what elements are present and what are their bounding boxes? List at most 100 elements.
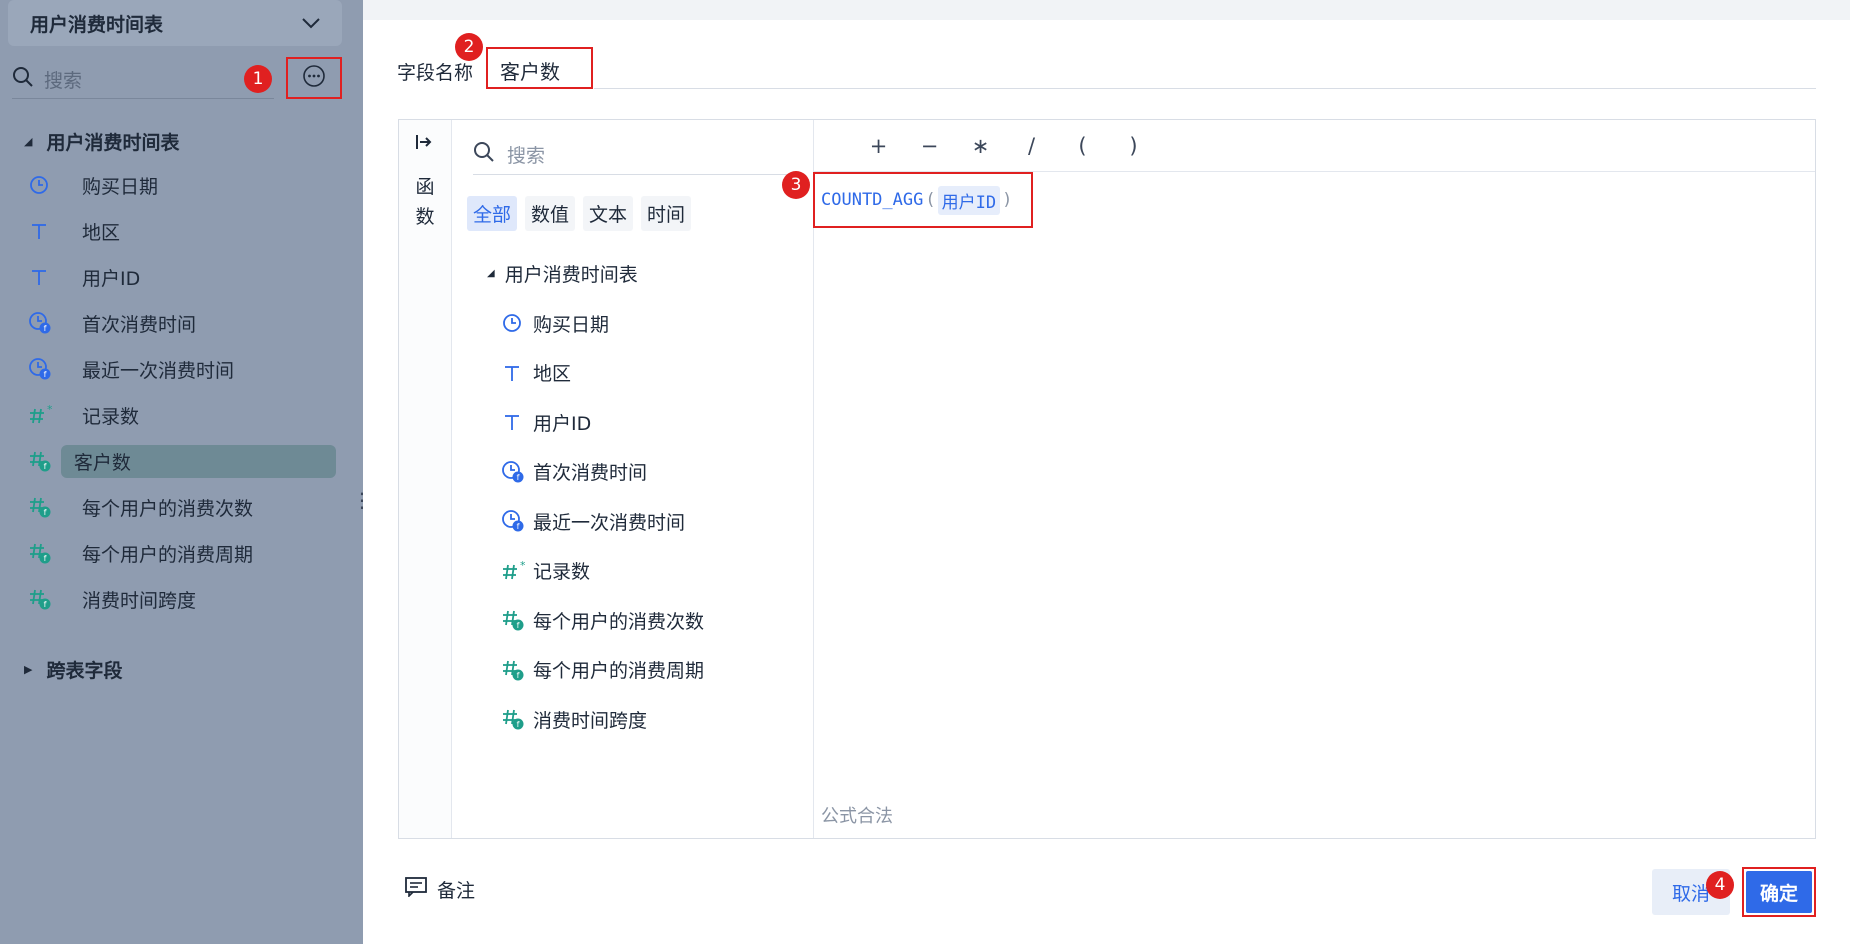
picker-field-label: 每个用户的消费周期 xyxy=(533,660,705,682)
sidebar-item[interactable]: f 每个用户的消费次数 xyxy=(28,490,336,524)
confirm-button-frame: 确定 xyxy=(1742,867,1816,917)
note-icon xyxy=(405,877,427,902)
field-name-label: 字段名称 xyxy=(397,62,474,84)
picker-section-table[interactable]: ◢ 用户消费时间表 xyxy=(487,260,638,287)
confirm-button[interactable]: 确定 xyxy=(1746,871,1812,913)
hash-function-icon: f xyxy=(501,707,527,731)
picker-field-label: 首次消费时间 xyxy=(533,462,648,484)
sidebar-item[interactable]: f 消费时间跨度 xyxy=(28,582,336,616)
clock-icon xyxy=(28,174,58,196)
sidebar-item-label: 用户ID xyxy=(82,267,141,290)
hash-function-icon: f xyxy=(501,658,527,682)
field-underline xyxy=(594,88,1816,89)
sidebar-item-label: 记录数 xyxy=(82,405,140,428)
hash-function-icon: f xyxy=(28,449,57,473)
sidebar-section-table[interactable]: ◢ 用户消费时间表 xyxy=(24,128,179,155)
sidebar-item[interactable]: f 每个用户的消费周期 xyxy=(28,536,336,570)
picker-field-label: 消费时间跨度 xyxy=(533,709,648,732)
sidebar-cross-section-label: 跨表字段 xyxy=(46,660,123,682)
field-picker-search-input[interactable]: 搜索 xyxy=(507,141,545,168)
operator-button[interactable]: / xyxy=(1006,134,1057,158)
note-label: 备注 xyxy=(437,880,476,902)
clock-icon xyxy=(501,312,527,334)
svg-text:f: f xyxy=(517,473,520,482)
sidebar-item[interactable]: f 最近一次消费时间 xyxy=(28,352,336,386)
note-button[interactable]: 备注 xyxy=(405,876,475,903)
field-name-input[interactable]: 客户数 xyxy=(486,47,593,89)
picker-section-label: 用户消费时间表 xyxy=(504,264,638,286)
search-icon xyxy=(12,66,34,92)
collapse-triangle-icon: ◢ xyxy=(24,135,33,148)
operator-button[interactable]: ) xyxy=(1108,134,1159,158)
sidebar-item-label: 客户数 xyxy=(60,444,336,478)
picker-field-item[interactable]: f 消费时间跨度 xyxy=(501,702,647,736)
text-t-icon xyxy=(28,220,58,242)
picker-field-item[interactable]: * 记录数 xyxy=(501,554,590,588)
picker-field-item[interactable]: f 最近一次消费时间 xyxy=(501,504,685,538)
clock-function-icon: f xyxy=(28,357,58,381)
formula-field-ref[interactable]: 用户ID xyxy=(937,185,1001,215)
picker-field-item[interactable]: f 首次消费时间 xyxy=(501,455,647,489)
type-filter-tab[interactable]: 时间 xyxy=(641,196,692,231)
formula-close-paren: ) xyxy=(1002,190,1013,210)
sidebar-item[interactable]: f 首次消费时间 xyxy=(28,306,336,340)
picker-field-item[interactable]: 地区 xyxy=(501,356,571,390)
sidebar-section-cross-table[interactable]: ▶ 跨表字段 xyxy=(24,656,122,683)
formula-area[interactable]: + − ∗ /() COUNTD_AGG ( 用户ID ) 公式合法 xyxy=(813,120,1815,838)
picker-field-label: 最近一次消费时间 xyxy=(533,511,686,534)
operator-button[interactable]: − xyxy=(904,134,955,158)
picker-field-item[interactable]: f 每个用户的消费周期 xyxy=(501,653,704,687)
more-options-button[interactable] xyxy=(286,57,342,99)
expand-panel-icon[interactable] xyxy=(415,134,433,154)
sidebar-item-label: 消费时间跨度 xyxy=(82,589,197,612)
picker-field-item[interactable]: 购买日期 xyxy=(501,306,609,340)
function-rail[interactable]: 函数 xyxy=(399,120,452,838)
type-filter-tab[interactable]: 数值 xyxy=(525,196,576,231)
svg-text:f: f xyxy=(517,621,520,630)
hash-function-icon: f xyxy=(28,495,58,519)
chevron-down-icon xyxy=(302,14,320,33)
expand-triangle-icon: ▶ xyxy=(24,663,33,676)
picker-field-label: 地区 xyxy=(533,363,572,385)
formula-status: 公式合法 xyxy=(821,806,893,827)
picker-field-label: 每个用户的消费次数 xyxy=(533,610,705,633)
sidebar-item[interactable]: f 客户数 xyxy=(28,444,336,478)
picker-field-item[interactable]: 用户ID xyxy=(501,405,591,439)
text-t-icon xyxy=(501,362,527,384)
sidebar-item[interactable]: 地区 xyxy=(28,214,336,248)
field-picker-search[interactable]: 搜索 xyxy=(473,134,797,175)
resize-handle[interactable]: ⋮ xyxy=(352,490,363,510)
table-selector[interactable]: 用户消费时间表 xyxy=(8,0,342,46)
collapse-triangle-icon: ◢ xyxy=(487,268,495,279)
table-selector-label: 用户消费时间表 xyxy=(30,13,164,36)
sidebar-item[interactable]: 用户ID xyxy=(28,260,336,294)
picker-field-item[interactable]: f 每个用户的消费次数 xyxy=(501,603,704,637)
sidebar-search[interactable]: 搜索 xyxy=(12,60,274,99)
svg-text:f: f xyxy=(44,554,47,563)
text-t-icon xyxy=(28,266,58,288)
formula-expression[interactable]: COUNTD_AGG ( 用户ID ) xyxy=(813,172,1033,228)
clock-function-icon: f xyxy=(501,460,527,484)
svg-text:*: * xyxy=(47,404,52,416)
text-t-icon xyxy=(501,411,527,433)
sidebar-item[interactable]: 购买日期 xyxy=(28,168,336,202)
formula-function: COUNTD_AGG xyxy=(821,190,924,210)
svg-text:f: f xyxy=(517,720,520,729)
more-horizontal-icon xyxy=(302,64,326,92)
sidebar-search-input[interactable]: 搜索 xyxy=(44,66,82,93)
operator-button[interactable]: ∗ xyxy=(955,134,1006,158)
operator-button[interactable]: ( xyxy=(1057,134,1108,158)
clock-function-icon: f xyxy=(501,509,527,533)
operator-toolbar: + − ∗ /() xyxy=(813,120,1815,172)
type-filter-tab[interactable]: 文本 xyxy=(583,196,634,231)
sidebar-item-label: 最近一次消费时间 xyxy=(82,359,235,382)
sidebar-item[interactable]: * 记录数 xyxy=(28,398,336,432)
svg-text:f: f xyxy=(44,508,47,517)
type-filter-tab[interactable]: 全部 xyxy=(467,196,518,231)
sidebar-section-label: 用户消费时间表 xyxy=(46,132,180,154)
sidebar-item-label: 首次消费时间 xyxy=(82,313,197,336)
formula-editor: 函数 搜索 全部 数值 文本 时间 ◢ 用户消费时间表 购买日期 地区 用户ID f 首次消费… xyxy=(398,119,1816,839)
operator-button[interactable]: + xyxy=(853,134,904,158)
field-sidebar: 用户消费时间表 搜索 ◢ 用户消费时间表 购买日期 地区 用户ID f 首次消费时间 f 最… xyxy=(0,0,363,944)
search-icon xyxy=(473,141,495,167)
